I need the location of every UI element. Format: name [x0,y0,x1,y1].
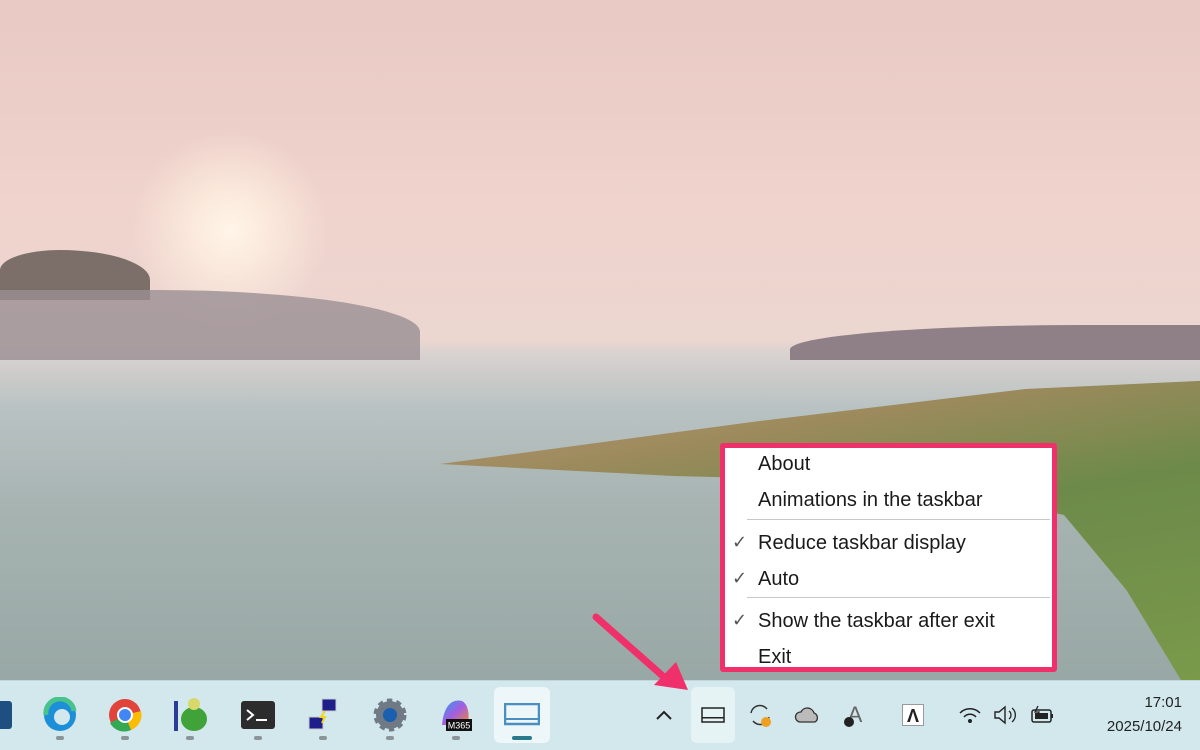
tray-a-app[interactable]: A [835,687,875,743]
running-indicator [319,736,327,740]
taskbar-app-network[interactable] [295,687,351,743]
menu-label: Animations in the taskbar [758,489,983,511]
menu-label: Auto [758,568,800,590]
taskbar-app-m365[interactable]: M365 [428,687,484,743]
taskbar-window-icon [504,703,540,726]
menu-label: Show the taskbar after exit [758,610,995,632]
tray-sync[interactable] [740,687,780,743]
menu-label: Exit [758,646,792,668]
edge-icon [43,697,77,731]
taskbar-app-terminal[interactable] [230,687,286,743]
menu-label: Reduce taskbar display [758,532,966,554]
tray-wifi[interactable] [950,687,990,743]
check-icon: ✓ [732,532,748,552]
taskbar-app-partial[interactable] [0,687,26,743]
right-hill [790,325,1200,360]
error-badge-icon [844,717,854,727]
menu-item-auto[interactable]: ✓ Auto [732,568,800,591]
terminal-icon [241,701,275,729]
tray-battery[interactable] [1023,687,1063,743]
running-indicator [254,736,262,740]
tray-taskbar-tool[interactable] [691,687,735,743]
tray-lambda-app[interactable]: Λ [893,687,933,743]
wifi-icon [959,708,981,723]
app-icon [0,701,12,729]
menu-item-about[interactable]: About [758,453,810,476]
tray-volume[interactable] [986,687,1026,743]
taskbar-app-tortoise[interactable] [162,687,218,743]
running-indicator [121,736,129,740]
context-menu: About Animations in the taskbar ✓ Reduce … [720,443,1057,672]
menu-item-reduce-taskbar[interactable]: ✓ Reduce taskbar display [732,532,966,555]
network-icon [308,698,337,730]
running-indicator [386,736,394,740]
taskbar-window-icon [701,707,725,723]
running-indicator [512,736,532,740]
settings-gear-icon [373,698,407,732]
taskbar-app-taskbar-tool[interactable] [494,687,550,743]
check-icon: ✓ [732,610,748,630]
taskbar-app-chrome[interactable] [97,687,153,743]
tray-onedrive[interactable] [788,687,828,743]
clock-time: 17:01 [1144,694,1182,711]
check-icon: ✓ [732,568,748,588]
m365-copilot-icon: M365 [442,700,472,731]
running-indicator [452,736,460,740]
volume-icon [994,705,1016,725]
chevron-up-icon [656,710,672,720]
taskbar-app-edge[interactable] [32,687,88,743]
menu-separator [747,597,1050,598]
menu-item-show-taskbar-after-exit[interactable]: ✓ Show the taskbar after exit [732,610,995,633]
sync-icon [750,704,771,727]
taskbar: M365 A Λ 17:01 2025/10/24 [0,680,1200,750]
menu-separator [747,519,1050,520]
clock-date: 2025/10/24 [1106,718,1182,735]
tortoise-icon [174,698,207,731]
clock[interactable]: 17:01 2025/10/24 [1107,691,1182,739]
m365-badge: M365 [448,721,471,731]
running-indicator [186,736,194,740]
show-hidden-icons-chevron[interactable] [644,687,684,743]
menu-item-exit[interactable]: Exit [758,646,791,669]
battery-charging-icon [1031,705,1053,723]
menu-item-animations[interactable]: Animations in the taskbar [758,489,983,512]
left-hill [0,290,420,360]
menu-label: About [758,453,811,475]
lambda-icon: Λ [902,704,924,726]
cloud-icon [794,707,819,723]
taskbar-app-settings[interactable] [362,687,418,743]
chrome-icon [109,699,142,732]
running-indicator [56,736,64,740]
